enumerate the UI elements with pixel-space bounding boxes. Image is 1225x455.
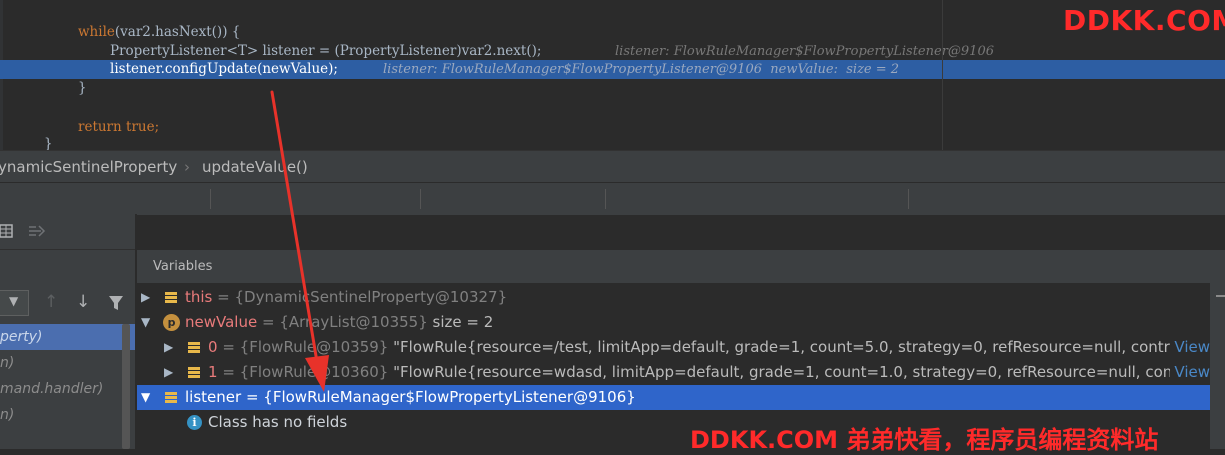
chevron-down-icon: ▼ [9, 294, 19, 308]
debug-toolbar [0, 182, 1225, 215]
inline-debug-hint: listener: FlowRuleManager$FlowPropertyLi… [615, 44, 994, 59]
frame-item[interactable]: n) [0, 350, 135, 376]
variable-row-listener[interactable]: ▼ listener = {FlowRuleManager$FlowProper… [137, 385, 1210, 410]
size-label: size = 2 [432, 313, 494, 331]
variable-value: "FlowRule{resource=/test, limitApp=defau… [393, 338, 1210, 356]
view-link[interactable]: View [1170, 335, 1210, 360]
frame-item[interactable]: n) [0, 402, 135, 428]
breadcrumb: ynamicSentinelProperty › updateValue() [0, 150, 1225, 202]
toolbar-separator [908, 189, 909, 209]
table-icon[interactable] [0, 224, 14, 238]
view-link[interactable]: View [1170, 360, 1210, 385]
variable-value: {ArrayList@10355} [279, 313, 428, 331]
filter-icon[interactable] [108, 295, 124, 311]
equals: = [212, 288, 235, 306]
variable-type: {FlowRule@10359} [239, 338, 389, 356]
variable-name: listener [185, 388, 242, 406]
frames-panel: ▼ ↑ ↓ perty) n) mand.handler) n) [0, 250, 135, 449]
code-editor[interactable]: while(var2.hasNext()) { PropertyListener… [0, 0, 1225, 150]
keyword-true: true [126, 119, 155, 135]
collapse-triangle-icon[interactable]: ▼ [141, 385, 150, 410]
inline-debug-hint: listener: FlowRuleManager$FlowPropertyLi… [383, 62, 900, 77]
breadcrumb-separator: › [184, 158, 190, 176]
toolbar-separator [210, 189, 211, 209]
code-line-partial [0, 0, 1225, 13]
frame-item[interactable]: mand.handler) [0, 376, 135, 402]
toolbar-separator [605, 189, 606, 209]
variable-row-element-0[interactable]: ▶ 0 = {FlowRule@10359} "FlowRule{resourc… [137, 335, 1210, 360]
code-line-close-brace[interactable]: } [0, 79, 1225, 98]
variable-value: {DynamicSentinelProperty@10327} [234, 288, 508, 306]
scroll-handle[interactable] [1216, 295, 1225, 297]
variables-title: Variables [153, 259, 213, 274]
code-text: } [78, 80, 87, 96]
keyword-while: while [78, 24, 115, 40]
toolbar-separator [420, 189, 421, 209]
watermark-bottom: DDKK.COM 弟弟快看，程序员编程资料站 [690, 426, 1159, 454]
expand-triangle-icon[interactable]: ▶ [141, 285, 150, 310]
code-text: (var2.hasNext()) { [114, 24, 241, 40]
code-line-while[interactable]: while(var2.hasNext()) { [0, 23, 1225, 42]
equals: = [257, 313, 280, 331]
variable-name: newValue [185, 313, 258, 331]
collapse-triangle-icon[interactable]: ▼ [141, 310, 150, 335]
variable-name: 1 [208, 363, 218, 381]
frames-scrollbar[interactable] [122, 324, 130, 449]
code-text: } [44, 136, 53, 150]
right-margin-guide [942, 0, 943, 150]
code-line-current-execution[interactable]: listener.configUpdate(newValue); listener… [0, 60, 1225, 79]
field-icon [188, 342, 200, 353]
semicolon: ; [154, 119, 160, 135]
equals: = [217, 363, 240, 381]
code-text: listener.configUpdate(newValue); [110, 61, 338, 77]
code-text: PropertyListener<T> listener = (Property… [110, 43, 542, 59]
variable-row-element-1[interactable]: ▶ 1 = {FlowRule@10360} "FlowRule{resourc… [137, 360, 1210, 385]
field-icon [165, 392, 177, 403]
thread-dropdown[interactable]: ▼ [0, 290, 29, 316]
breadcrumb-class[interactable]: ynamicSentinelProperty [0, 151, 177, 183]
parameter-icon: p [163, 314, 180, 331]
equals: = [241, 388, 264, 406]
frames-toolbar [0, 214, 135, 250]
expand-triangle-icon[interactable]: ▶ [164, 335, 173, 360]
variable-name: 0 [208, 338, 218, 356]
restore-layout-icon[interactable] [28, 224, 46, 238]
variable-type: {FlowRule@10360} [239, 363, 389, 381]
variables-scrollbar[interactable] [1210, 283, 1225, 449]
expand-triangle-icon[interactable]: ▶ [164, 360, 173, 385]
variable-value: "FlowRule{resource=wdasd, limitApp=defau… [393, 363, 1210, 381]
no-fields-message: Class has no fields [208, 413, 348, 431]
field-icon [188, 367, 200, 378]
breadcrumb-method[interactable]: updateValue() [202, 151, 308, 183]
variables-header: Variables [137, 250, 1225, 283]
frame-item[interactable]: perty) [0, 324, 135, 350]
arrow-down-icon[interactable]: ↓ [76, 292, 90, 312]
variable-name: this [185, 288, 213, 306]
field-icon [165, 292, 177, 303]
variable-row-newvalue[interactable]: ▼ p newValue = {ArrayList@10355} size = … [137, 310, 1210, 335]
code-line-method-close[interactable]: } [0, 135, 1225, 150]
code-line-listener-decl[interactable]: PropertyListener<T> listener = (Property… [0, 42, 1225, 61]
info-icon: i [187, 415, 202, 430]
variable-row-this[interactable]: ▶ this = {DynamicSentinelProperty@10327} [137, 285, 1210, 310]
variable-value: {FlowRuleManager$FlowPropertyListener@91… [263, 388, 636, 406]
arrow-up-icon[interactable]: ↑ [44, 292, 58, 312]
watermark-top: DDKK.COM [1063, 4, 1225, 37]
keyword-return: return [78, 119, 122, 135]
equals: = [217, 338, 240, 356]
